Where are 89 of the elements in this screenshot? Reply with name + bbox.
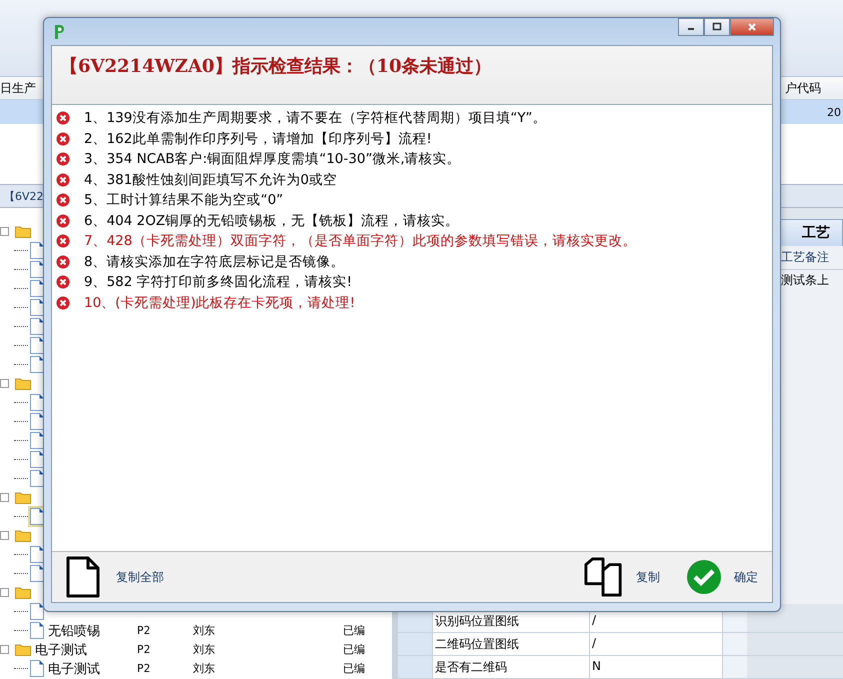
document-icon[interactable] [30,261,44,278]
error-icon [56,234,70,248]
folder-icon [15,586,31,599]
close-icon [747,22,757,32]
result-message[interactable]: 5、工时计算结果不能为空或“0” [84,191,284,210]
column-header: 日生产 [0,80,36,96]
collapse-icon[interactable] [0,531,9,540]
error-icon [56,132,70,146]
error-icon [56,172,70,187]
result-message[interactable]: 1、139没有添加生产周期要求，请不要在（字符框代替周期）项目填“Y”。 [84,109,546,128]
folder-icon [15,643,31,656]
result-message[interactable]: 2、162此单需制作印序列号，请增加【印序列号】流程! [84,130,432,148]
table-cell: 刘东 [193,642,215,657]
table-cell [723,656,747,678]
table-cell-text: 测试条上 [780,272,830,289]
app-icon [52,24,66,40]
document-icon[interactable] [30,280,44,297]
table-cell: P2 [137,662,150,675]
table-cell: 刘东 [193,661,215,676]
tab[interactable]: 【6V22 [0,188,44,204]
table-cell: / [590,633,723,655]
document-icon[interactable] [30,242,44,259]
error-icon [56,152,70,166]
column-header: 户代码 [785,80,822,96]
table-cell: 已编 [343,623,365,638]
document-icon[interactable] [30,299,44,316]
result-message[interactable]: 6、404 2OZ铜厚的无铅喷锡板，无【铣板】流程，请核实。 [84,212,460,230]
table-cell: 已编 [343,642,365,657]
error-icon [56,214,70,228]
minimize-button[interactable] [678,18,704,36]
table-cell: P2 [137,643,150,656]
document-icon[interactable] [30,432,44,449]
document-icon[interactable] [30,508,44,525]
ok-button[interactable]: 确定 [686,559,758,595]
row-header[interactable] [398,610,433,632]
maximize-button[interactable] [704,18,730,36]
table-cell: P2 [137,624,150,637]
document-icon[interactable] [30,470,44,487]
collapse-icon[interactable] [0,588,9,597]
error-icon [56,254,70,269]
folder-icon [15,225,31,238]
table-cell [723,610,747,632]
document-icon[interactable] [30,546,44,563]
folder-icon [15,377,31,390]
table-cell: 已编 [343,661,365,676]
table-cell: N [590,656,723,678]
document-icon[interactable] [30,603,44,620]
tree-item[interactable]: 电子测试 [35,640,87,658]
table-cell: 是否有二维码 [433,656,590,678]
result-message[interactable]: 7、428（卡死需处理）双面字符，（是否单面字符）此项的参数填写错误，请核实更改。 [84,232,636,250]
close-button[interactable] [730,18,774,36]
error-icon [56,296,70,310]
document-icon[interactable] [30,660,44,677]
document-icon[interactable] [30,318,44,335]
collapse-icon[interactable] [0,379,9,388]
document-icon [66,556,100,598]
document-icon[interactable] [30,337,44,354]
document-icon[interactable] [30,356,44,373]
error-icon [56,111,70,126]
tree-item[interactable]: 无铅喷锡 [48,622,100,640]
collapse-icon[interactable] [0,645,9,654]
collapse-icon[interactable] [0,493,9,502]
result-message[interactable]: 4、381酸性蚀刻间距填写不允许为0或空 [84,170,337,189]
table-cell: / [590,610,723,632]
document-icon[interactable] [30,394,44,411]
maximize-icon [712,22,722,32]
error-icon [56,193,70,208]
folder-icon [15,529,31,542]
checkmark-icon [686,559,722,595]
table-cell: 二维码位置图纸 [433,633,590,655]
copy-button[interactable]: 复制 [584,557,660,597]
table-cell: 识别码位置图纸 [433,610,590,632]
document-icon[interactable] [30,622,44,639]
table-cell: 刘东 [193,623,215,638]
tree-item[interactable]: 电子测试 [48,660,100,678]
dialog-title: 【6V2214WZA0】指示检查结果：（10条未通过） [60,55,492,78]
folder-icon [15,491,31,504]
document-icon[interactable] [30,565,44,582]
copy-all-button[interactable]: 复制全部 [66,556,164,598]
document-icon[interactable] [30,451,44,468]
error-icon [56,275,70,290]
result-message[interactable]: 3、354 NCAB客户:铜面阻焊厚度需填“10-30”微米,请核实。 [84,150,461,168]
collapse-icon[interactable] [0,227,9,236]
result-message[interactable]: 9、582 字符打印前多终固化流程，请核实! [84,273,352,292]
copy-icon [584,557,624,597]
table-cell [723,633,747,655]
result-message[interactable]: 10、(卡死需处理)此板存在卡死项，请处理! [84,294,356,312]
result-message[interactable]: 8、请核实添加在字符底层标记是否镜像。 [84,252,345,271]
document-icon[interactable] [30,413,44,430]
